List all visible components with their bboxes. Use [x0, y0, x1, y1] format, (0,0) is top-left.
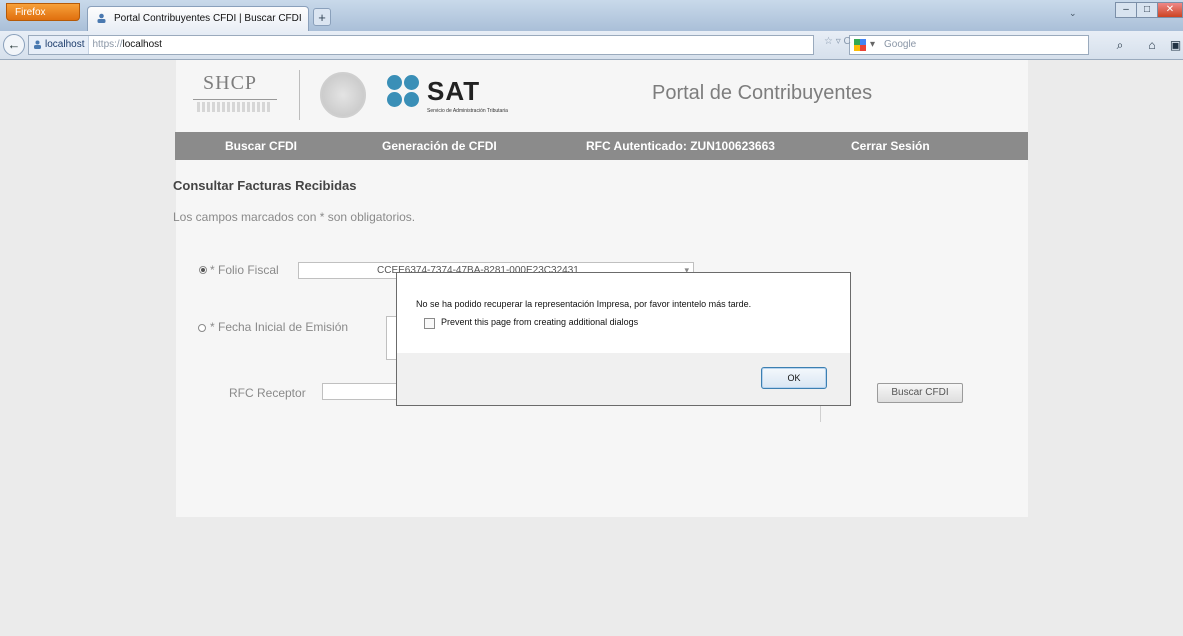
firefox-menu-button[interactable]: Firefox	[6, 3, 80, 21]
close-window-button[interactable]: ✕	[1157, 2, 1183, 18]
fecha-inicial-label: * Fecha Inicial de Emisión	[210, 320, 349, 334]
home-icon[interactable]: ⌂	[1144, 37, 1160, 53]
rfc-receptor-label: RFC Receptor	[229, 386, 306, 400]
main-menu: Buscar CFDI Generación de CFDI RFC Auten…	[175, 132, 1028, 160]
dialog-message: No se ha podido recuperar la representac…	[416, 299, 752, 309]
shcp-logo: SHCP	[189, 72, 283, 118]
ok-button[interactable]: OK	[761, 367, 827, 389]
url-bar-icons[interactable]: ☆ ▿ C	[824, 36, 851, 47]
tab-favicon-icon	[97, 13, 106, 23]
back-button[interactable]: ←	[3, 34, 25, 56]
url-host: localhost	[122, 39, 162, 50]
menu-cerrar-sesion[interactable]: Cerrar Sesión	[851, 132, 930, 160]
alert-dialog: No se ha podido recuperar la representac…	[396, 272, 851, 406]
sat-logo-subtitle: Servicio de Administración Tributaria	[427, 108, 508, 114]
logo-divider	[299, 70, 300, 120]
shcp-logo-text: SHCP	[203, 72, 258, 94]
tab-title: Portal Contribuyentes CFDI | Buscar CFDI	[114, 13, 302, 24]
search-icon[interactable]: ⌕	[1112, 37, 1128, 53]
maximize-button[interactable]: □	[1136, 2, 1158, 18]
sat-logo-icon	[387, 75, 421, 109]
radio-fecha-emision[interactable]	[198, 324, 206, 332]
section-title: Consultar Facturas Recibidas	[173, 178, 357, 193]
address-bar[interactable]: localhost https://localhost	[28, 35, 814, 55]
rfc-receptor-input[interactable]	[322, 383, 398, 400]
site-identity-label: localhost	[45, 39, 85, 50]
menu-buscar-cfdi[interactable]: Buscar CFDI	[225, 132, 297, 160]
prevent-dialogs-label[interactable]: Prevent this page from creating addition…	[441, 317, 638, 327]
sat-logo-text: SAT	[427, 76, 481, 106]
site-identity[interactable]: localhost	[29, 36, 90, 54]
prevent-dialogs-checkbox[interactable]	[424, 318, 435, 329]
menu-generacion-cfdi[interactable]: Generación de CFDI	[382, 132, 497, 160]
page-title: Portal de Contribuyentes	[652, 82, 873, 104]
minimize-button[interactable]: –	[1115, 2, 1137, 18]
rfc-autenticado-label: RFC Autenticado: ZUN100623663	[586, 139, 775, 153]
buscar-cfdi-button[interactable]: Buscar CFDI	[877, 383, 963, 403]
bookmarks-icon[interactable]: ▣	[1168, 37, 1183, 53]
new-tab-button[interactable]: +	[313, 8, 331, 26]
url-scheme: https://	[92, 39, 123, 50]
radio-folio-fiscal[interactable]	[199, 266, 207, 274]
search-placeholder: Google	[884, 39, 917, 50]
shcp-logo-rule	[193, 99, 277, 100]
browser-tab[interactable]: Portal Contribuyentes CFDI | Buscar CFDI	[87, 6, 309, 31]
search-input[interactable]: ▾ Google	[849, 35, 1089, 55]
search-engine-dropdown-icon[interactable]: ▾	[870, 36, 875, 54]
google-icon[interactable]	[854, 39, 866, 51]
list-tabs-icon[interactable]: ⌄	[1069, 8, 1077, 19]
folio-fiscal-label: * Folio Fiscal	[210, 263, 279, 277]
site-identity-icon	[34, 40, 41, 49]
dialog-message-area	[397, 273, 850, 353]
browser-titlebar: Firefox Portal Contribuyentes CFDI | Bus…	[0, 0, 1183, 31]
national-seal-icon	[320, 72, 366, 118]
browser-navbar: ← localhost https://localhost ▾ Google ⌕…	[0, 31, 1183, 60]
required-fields-note: Los campos marcados con * son obligatori…	[173, 210, 416, 224]
shcp-logo-subtext	[197, 102, 271, 112]
